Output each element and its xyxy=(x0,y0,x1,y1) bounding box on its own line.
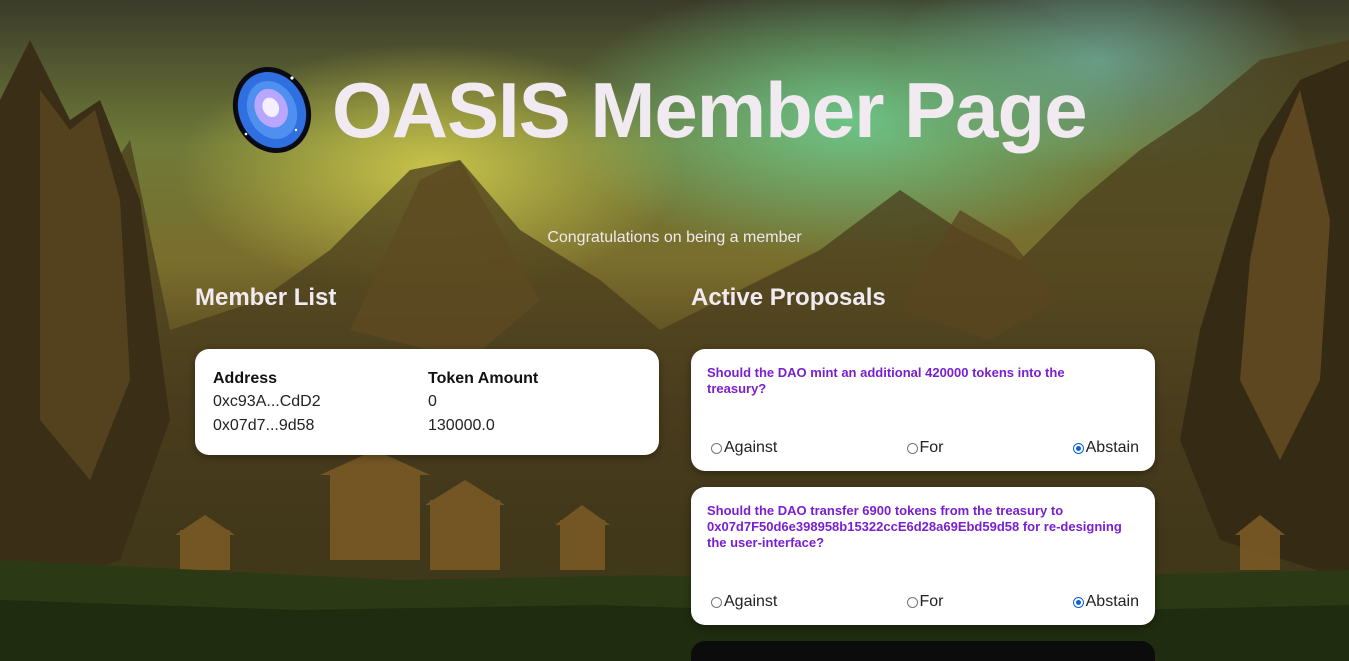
vote-options: Against For Abstain xyxy=(711,439,1139,457)
against-radio[interactable] xyxy=(711,596,722,608)
for-radio[interactable] xyxy=(906,596,918,608)
galaxy-disc-icon xyxy=(232,67,312,153)
member-address: 0x07d7...9d58 xyxy=(213,417,315,434)
abstain-radio[interactable] xyxy=(1072,596,1084,608)
address-column-header: Address xyxy=(213,370,278,387)
proposal-card: Should the DAO transfer 6900 tokens from… xyxy=(691,487,1155,625)
proposal-question: Should the DAO transfer 6900 tokens from… xyxy=(707,503,1122,550)
table-row: 0xc93A...CdD2 0 xyxy=(213,390,643,414)
member-token-amount: 130000.0 xyxy=(428,417,495,434)
vote-option-against[interactable]: Against xyxy=(711,593,777,611)
page-header: OASIS Member Page xyxy=(226,64,1088,156)
member-list-heading: Member List xyxy=(195,284,337,311)
vote-option-for[interactable]: For xyxy=(906,593,944,611)
active-proposals-heading: Active Proposals xyxy=(691,284,886,311)
for-radio[interactable] xyxy=(906,442,918,454)
vote-options: Against For Abstain xyxy=(711,593,1139,611)
member-token-amount: 0 xyxy=(428,393,437,410)
table-row: 0x07d7...9d58 130000.0 xyxy=(213,414,643,438)
member-subtitle: Congratulations on being a member xyxy=(547,229,802,246)
option-label: Against xyxy=(724,593,778,610)
proposal-question: Should the DAO mint an additional 420000… xyxy=(707,365,1065,396)
against-radio[interactable] xyxy=(711,442,722,454)
token-amount-column-header: Token Amount xyxy=(428,370,539,387)
page-title: OASIS Member Page xyxy=(332,66,1088,154)
option-label: For xyxy=(919,439,944,456)
vote-option-against[interactable]: Against xyxy=(711,439,777,457)
option-label: Against xyxy=(724,439,778,456)
table-header-row: Address Token Amount xyxy=(213,368,643,390)
vote-option-for[interactable]: For xyxy=(906,439,944,457)
member-list-card: Address Token Amount 0xc93A...CdD2 0 0x0… xyxy=(195,349,659,455)
member-address: 0xc93A...CdD2 xyxy=(213,393,321,410)
vote-option-abstain[interactable]: Abstain xyxy=(1072,593,1139,611)
vote-option-abstain[interactable]: Abstain xyxy=(1072,439,1139,457)
option-label: Abstain xyxy=(1085,439,1139,456)
proposal-card: Should the DAO mint an additional 420000… xyxy=(691,349,1155,471)
member-table: Address Token Amount 0xc93A...CdD2 0 0x0… xyxy=(213,368,643,438)
option-label: For xyxy=(919,593,944,610)
option-label: Abstain xyxy=(1085,593,1139,610)
submit-votes-area[interactable] xyxy=(691,641,1155,661)
abstain-radio[interactable] xyxy=(1072,442,1084,454)
